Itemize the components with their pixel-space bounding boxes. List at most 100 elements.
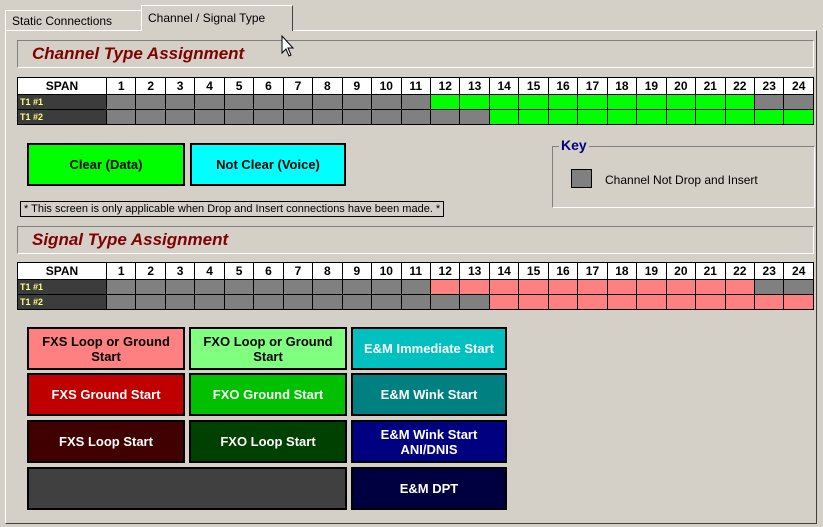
signal-grid-channel-cell[interactable] — [518, 279, 549, 295]
channel-grid-channel-cell[interactable] — [164, 94, 196, 110]
signal-grid-channel-cell[interactable] — [606, 279, 638, 295]
channel-grid-channel-cell[interactable] — [695, 94, 726, 110]
signal-grid-channel-cell[interactable] — [783, 279, 814, 295]
channel-grid-channel-cell[interactable] — [753, 109, 785, 125]
channel-grid-channel-cell[interactable] — [429, 109, 461, 125]
signal-grid-channel-cell[interactable] — [223, 279, 255, 295]
signal-grid-channel-cell[interactable] — [371, 294, 402, 310]
channel-grid-channel-cell[interactable] — [429, 94, 461, 110]
channel-grid-channel-cell[interactable] — [164, 109, 196, 125]
channel-grid-channel-cell[interactable] — [606, 109, 638, 125]
fxs-loop-or-ground-start-button[interactable]: FXS Loop or Ground Start — [27, 327, 185, 370]
channel-grid-channel-cell[interactable] — [695, 109, 726, 125]
signal-grid-channel-cell[interactable] — [429, 294, 461, 310]
channel-grid-channel-cell[interactable] — [724, 94, 755, 110]
channel-grid-channel-cell[interactable] — [223, 94, 255, 110]
em-dpt-button[interactable]: E&M DPT — [351, 467, 507, 510]
signal-grid-channel-cell[interactable] — [753, 294, 785, 310]
signal-grid-channel-cell[interactable] — [105, 279, 137, 295]
signal-grid-channel-cell[interactable] — [518, 294, 549, 310]
signal-grid-channel-cell[interactable] — [253, 294, 284, 310]
signal-grid-channel-cell[interactable] — [135, 279, 166, 295]
blank-signal-button[interactable] — [27, 467, 347, 510]
channel-grid-channel-cell[interactable] — [282, 109, 314, 125]
channel-grid-channel-cell[interactable] — [753, 94, 785, 110]
channel-grid-channel-cell[interactable] — [665, 94, 697, 110]
channel-grid-channel-cell[interactable] — [577, 109, 608, 125]
signal-grid-channel-cell[interactable] — [665, 294, 697, 310]
channel-grid-channel-cell[interactable] — [105, 94, 137, 110]
tab-static-connections[interactable]: Static Connections — [5, 10, 143, 30]
channel-grid-channel-cell[interactable] — [488, 94, 520, 110]
signal-grid-channel-cell[interactable] — [135, 294, 166, 310]
channel-grid-channel-cell[interactable] — [547, 94, 579, 110]
channel-grid-channel-cell[interactable] — [459, 94, 490, 110]
channel-grid-channel-cell[interactable] — [253, 94, 284, 110]
fxs-loop-start-button[interactable]: FXS Loop Start — [27, 420, 185, 463]
channel-grid-channel-cell[interactable] — [488, 109, 520, 125]
signal-grid-channel-cell[interactable] — [105, 294, 137, 310]
em-wink-start-button[interactable]: E&M Wink Start — [351, 373, 507, 416]
channel-grid-channel-cell[interactable] — [518, 109, 549, 125]
channel-grid-channel-cell[interactable] — [400, 109, 431, 125]
em-immediate-start-button[interactable]: E&M Immediate Start — [351, 327, 507, 370]
signal-grid-channel-cell[interactable] — [488, 279, 520, 295]
signal-grid-channel-cell[interactable] — [724, 279, 755, 295]
signal-grid-channel-cell[interactable] — [753, 279, 785, 295]
signal-grid-channel-cell[interactable] — [312, 279, 343, 295]
signal-grid-channel-cell[interactable] — [371, 279, 402, 295]
channel-grid-channel-cell[interactable] — [783, 94, 814, 110]
signal-grid-channel-cell[interactable] — [341, 279, 373, 295]
channel-grid-channel-cell[interactable] — [194, 94, 225, 110]
signal-grid-channel-cell[interactable] — [194, 294, 225, 310]
channel-grid-channel-cell[interactable] — [371, 109, 402, 125]
channel-grid-channel-cell[interactable] — [783, 109, 814, 125]
signal-grid-channel-cell[interactable] — [164, 279, 196, 295]
signal-grid-channel-cell[interactable] — [488, 294, 520, 310]
signal-grid-channel-cell[interactable] — [636, 294, 667, 310]
channel-grid-channel-cell[interactable] — [135, 94, 166, 110]
channel-grid-channel-cell[interactable] — [194, 109, 225, 125]
signal-grid-channel-cell[interactable] — [547, 294, 579, 310]
channel-grid-channel-cell[interactable] — [223, 109, 255, 125]
channel-grid-channel-cell[interactable] — [312, 94, 343, 110]
signal-grid-channel-cell[interactable] — [783, 294, 814, 310]
signal-grid-channel-cell[interactable] — [282, 294, 314, 310]
signal-grid-channel-cell[interactable] — [606, 294, 638, 310]
channel-grid-channel-cell[interactable] — [371, 94, 402, 110]
fxo-loop-start-button[interactable]: FXO Loop Start — [189, 420, 347, 463]
channel-grid-channel-cell[interactable] — [400, 94, 431, 110]
fxs-ground-start-button[interactable]: FXS Ground Start — [27, 373, 185, 416]
signal-grid-channel-cell[interactable] — [282, 279, 314, 295]
signal-grid-channel-cell[interactable] — [577, 294, 608, 310]
channel-grid-channel-cell[interactable] — [547, 109, 579, 125]
signal-grid-channel-cell[interactable] — [429, 279, 461, 295]
channel-grid-channel-cell[interactable] — [135, 109, 166, 125]
channel-grid-channel-cell[interactable] — [282, 94, 314, 110]
signal-grid-channel-cell[interactable] — [253, 279, 284, 295]
fxo-loop-or-ground-start-button[interactable]: FXO Loop or Ground Start — [189, 327, 347, 370]
signal-grid-channel-cell[interactable] — [665, 279, 697, 295]
channel-grid-channel-cell[interactable] — [459, 109, 490, 125]
not-clear-voice-button[interactable]: Not Clear (Voice) — [190, 143, 346, 186]
clear-data-button[interactable]: Clear (Data) — [27, 143, 185, 186]
signal-grid-channel-cell[interactable] — [547, 279, 579, 295]
signal-grid-channel-cell[interactable] — [695, 279, 726, 295]
signal-grid-channel-cell[interactable] — [636, 279, 667, 295]
channel-grid-channel-cell[interactable] — [577, 94, 608, 110]
signal-grid-channel-cell[interactable] — [577, 279, 608, 295]
channel-grid-channel-cell[interactable] — [341, 109, 373, 125]
signal-grid-channel-cell[interactable] — [400, 279, 431, 295]
signal-grid-channel-cell[interactable] — [164, 294, 196, 310]
channel-grid-channel-cell[interactable] — [312, 109, 343, 125]
channel-grid-channel-cell[interactable] — [636, 109, 667, 125]
signal-grid-channel-cell[interactable] — [223, 294, 255, 310]
signal-grid-channel-cell[interactable] — [695, 294, 726, 310]
signal-grid-channel-cell[interactable] — [312, 294, 343, 310]
channel-grid-channel-cell[interactable] — [724, 109, 755, 125]
signal-grid-channel-cell[interactable] — [400, 294, 431, 310]
channel-grid-channel-cell[interactable] — [606, 94, 638, 110]
signal-grid-channel-cell[interactable] — [194, 279, 225, 295]
channel-grid-channel-cell[interactable] — [105, 109, 137, 125]
tab-channel-signal-type[interactable]: Channel / Signal Type — [141, 5, 293, 31]
